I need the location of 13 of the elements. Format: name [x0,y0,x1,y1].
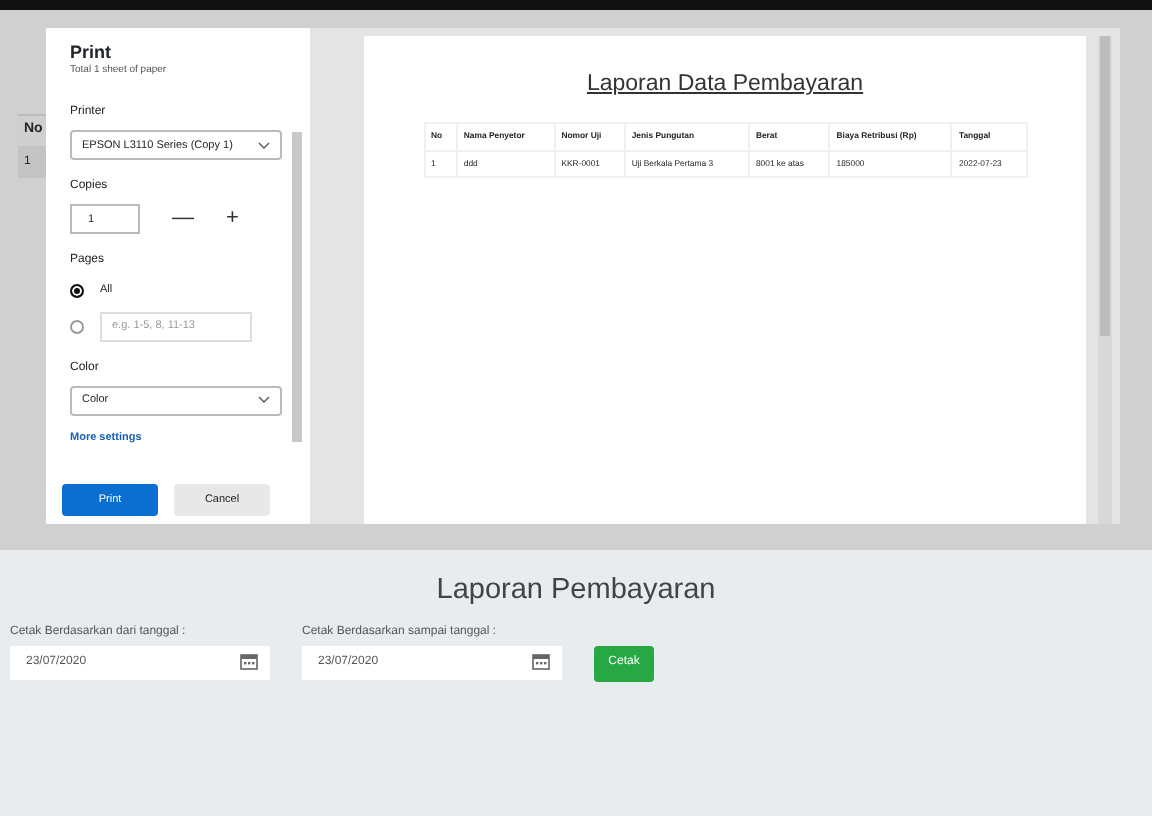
calendar-icon[interactable] [532,654,550,671]
radio-button[interactable] [70,319,84,334]
calendar-icon[interactable] [240,654,258,671]
scrollbar[interactable] [1100,36,1111,336]
radio-button[interactable] [70,284,84,299]
minus-button[interactable]: — [172,208,194,231]
page-heading: Laporan Pembayaran [434,572,718,610]
dialog-title: Print [70,44,114,64]
plus-button[interactable]: + [226,208,239,231]
chevron-icon [258,141,270,150]
report-title: Laporan Data Pembayaran [586,70,864,100]
chevron-icon [258,396,270,405]
scrollbar[interactable] [292,132,302,442]
